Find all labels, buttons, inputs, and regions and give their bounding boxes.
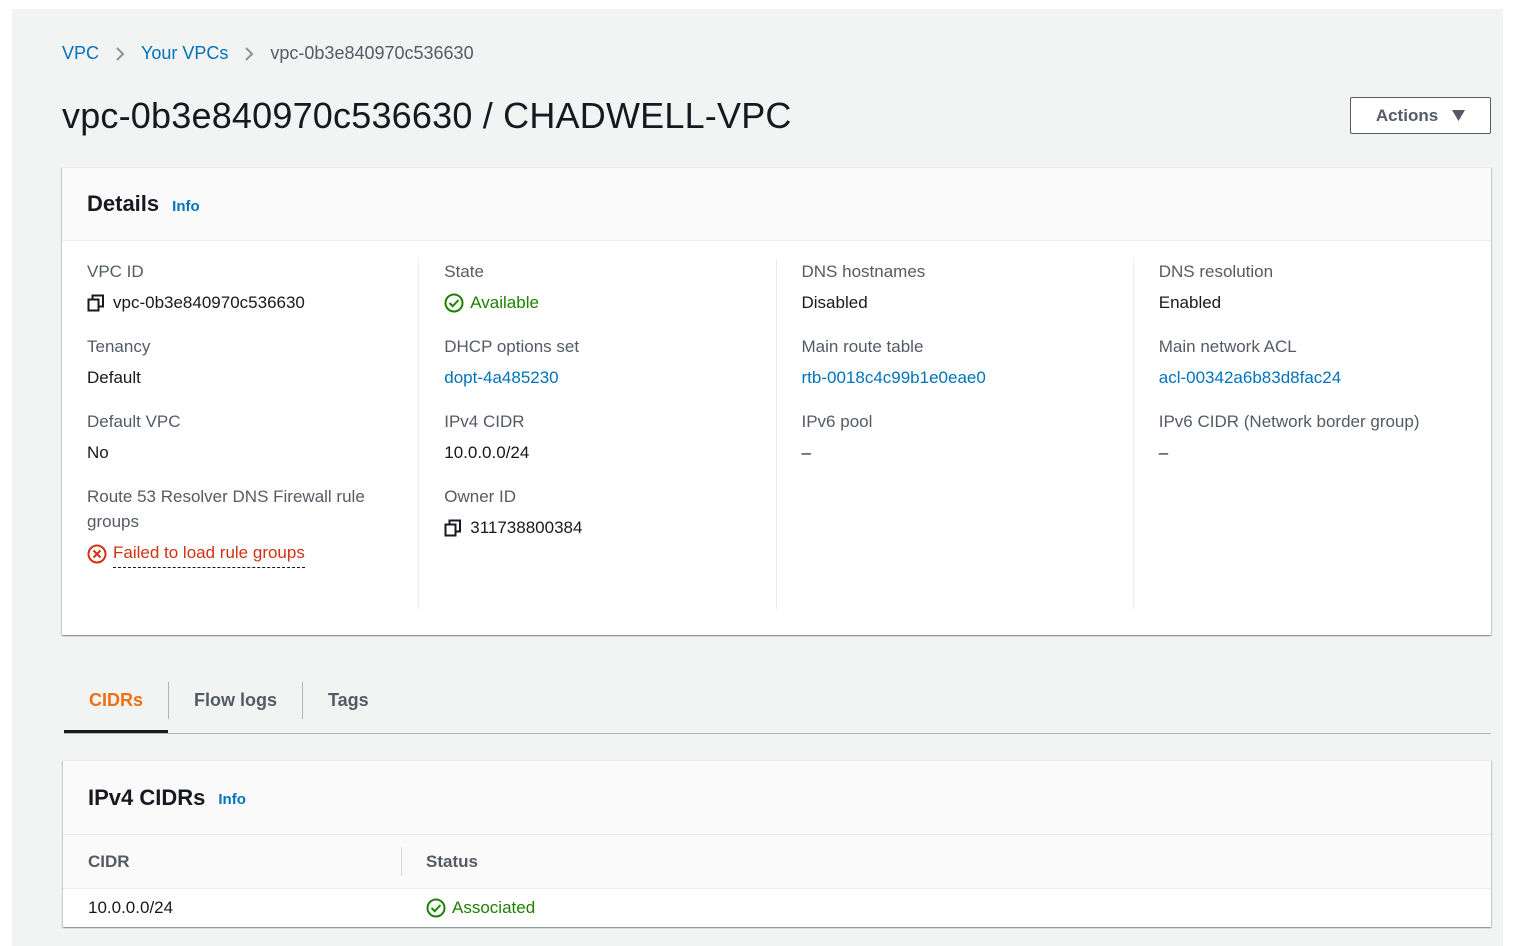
dns-resolution-value: Enabled — [1158, 293, 1222, 312]
column-header-cidr[interactable]: CIDR — [63, 835, 401, 888]
page-title: vpc-0b3e840970c536630 / CHADWELL-VPC — [62, 95, 792, 136]
vpc-id-value: vpc-0b3e840970c536630 — [113, 293, 305, 312]
details-column-3: DNS hostnames Disabled Main route table … — [777, 259, 1134, 609]
details-column-1: VPC ID vpc-0b3e840970c536630 Tenancy Def… — [62, 259, 420, 609]
field-dns-firewall: Route 53 Resolver DNS Firewall rule grou… — [87, 484, 418, 568]
details-grid: VPC ID vpc-0b3e840970c536630 Tenancy Def… — [62, 259, 1491, 609]
field-main-route-table: Main route table rtb-0018c4c99b1e0eae0 — [802, 334, 1133, 390]
field-label: Tenancy — [87, 337, 151, 356]
field-dhcp-options: DHCP options set dopt-4a485230 — [444, 334, 775, 390]
details-column-2: State Available DHCP options set dopt-4a… — [419, 259, 777, 609]
field-default-vpc: Default VPC No — [87, 409, 418, 465]
field-label: Route 53 Resolver DNS Firewall rule grou… — [87, 487, 365, 531]
field-label: Main route table — [801, 337, 924, 356]
owner-id-value: 311738800384 — [470, 518, 583, 537]
details-column-4: DNS resolution Enabled Main network ACL … — [1134, 259, 1491, 609]
cidr-cell: 10.0.0.0/24 — [88, 898, 174, 917]
actions-label: Actions — [1375, 105, 1439, 125]
field-label: Owner ID — [444, 487, 517, 506]
tab-tags[interactable]: Tags — [303, 668, 394, 732]
breadcrumb-current: vpc-0b3e840970c536630 — [270, 43, 474, 63]
field-label: DNS resolution — [1158, 262, 1274, 281]
breadcrumb: VPC Your VPCs vpc-0b3e840970c536630 — [62, 43, 474, 64]
breadcrumb-your-vpcs-link[interactable]: Your VPCs — [141, 43, 228, 64]
table-header: CIDR Status — [63, 835, 1491, 889]
chevron-right-icon — [244, 46, 254, 62]
details-header: Details Info — [62, 168, 1491, 241]
details-title: Details — [87, 191, 160, 216]
tenancy-value: Default — [87, 368, 141, 387]
check-circle-icon — [444, 293, 464, 313]
tab-cidrs[interactable]: CIDRs — [64, 668, 169, 733]
ipv4-cidr-value: 10.0.0.0/24 — [444, 443, 530, 462]
ipv4-cidrs-panel: IPv4 CIDRs Info CIDR Status 10.0.0.0/24 … — [63, 760, 1491, 927]
field-vpc-id: VPC ID vpc-0b3e840970c536630 — [87, 259, 418, 315]
check-circle-icon — [426, 898, 446, 918]
field-value: 311738800384 — [444, 515, 775, 540]
details-panel: Details Info VPC ID vpc-0b3e840970c53663… — [62, 167, 1491, 635]
ipv6-cidr-value: – — [1158, 443, 1169, 462]
tab-bar: CIDRs Flow logs Tags — [64, 668, 1491, 734]
main-network-acl-link[interactable]: acl-00342a6b83d8fac24 — [1159, 365, 1491, 390]
field-ipv6-pool: IPv6 pool – — [802, 409, 1133, 465]
main-route-table-link[interactable]: rtb-0018c4c99b1e0eae0 — [802, 365, 1133, 390]
field-label: DHCP options set — [444, 337, 580, 356]
dhcp-options-link[interactable]: dopt-4a485230 — [444, 365, 775, 390]
rule-groups-error[interactable]: Failed to load rule groups — [113, 540, 305, 568]
field-label: Default VPC — [87, 412, 181, 431]
field-value: vpc-0b3e840970c536630 — [87, 290, 418, 315]
field-label: State — [444, 262, 484, 281]
dns-hostnames-value: Disabled — [801, 293, 868, 312]
field-label: VPC ID — [87, 262, 144, 281]
vpc-detail-page: VPC Your VPCs vpc-0b3e840970c536630 vpc-… — [12, 9, 1503, 946]
default-vpc-value: No — [87, 443, 109, 462]
chevron-right-icon — [115, 46, 125, 62]
field-dns-resolution: DNS resolution Enabled — [1159, 259, 1491, 315]
tab-flow-logs[interactable]: Flow logs — [169, 668, 302, 732]
copy-icon[interactable] — [87, 294, 105, 312]
column-header-status[interactable]: Status — [401, 835, 478, 888]
state-value: Available — [470, 293, 539, 312]
actions-dropdown-button[interactable]: Actions — [1350, 97, 1491, 134]
field-value: Available — [444, 290, 775, 315]
details-info-link[interactable]: Info — [172, 198, 200, 215]
ipv6-pool-value: – — [801, 443, 811, 462]
field-owner-id: Owner ID 311738800384 — [444, 484, 775, 540]
field-label: IPv6 pool — [801, 412, 873, 431]
status-value: Associated — [452, 898, 536, 917]
field-label: IPv4 CIDR — [444, 412, 525, 431]
field-label: Main network ACL — [1158, 337, 1297, 356]
copy-icon[interactable] — [444, 519, 462, 537]
field-value-error: Failed to load rule groups — [87, 540, 418, 568]
field-dns-hostnames: DNS hostnames Disabled — [802, 259, 1133, 315]
field-main-network-acl: Main network ACL acl-00342a6b83d8fac24 — [1159, 334, 1491, 390]
field-label: DNS hostnames — [801, 262, 926, 281]
field-ipv4-cidr: IPv4 CIDR 10.0.0.0/24 — [444, 409, 775, 465]
x-circle-icon — [87, 544, 107, 564]
ipv4-cidrs-header: IPv4 CIDRs Info — [63, 761, 1491, 835]
field-label: IPv6 CIDR (Network border group) — [1158, 412, 1420, 431]
breadcrumb-vpc-link[interactable]: VPC — [62, 43, 99, 64]
ipv4-cidrs-title: IPv4 CIDRs — [88, 784, 206, 810]
status-cell: Associated — [401, 898, 535, 918]
caret-down-icon — [1452, 110, 1466, 121]
ipv4-cidrs-info-link[interactable]: Info — [218, 791, 246, 808]
field-ipv6-cidr: IPv6 CIDR (Network border group) – — [1159, 409, 1491, 465]
field-tenancy: Tenancy Default — [87, 334, 418, 390]
field-state: State Available — [444, 259, 775, 315]
table-row: 10.0.0.0/24 Associated — [63, 889, 1491, 927]
